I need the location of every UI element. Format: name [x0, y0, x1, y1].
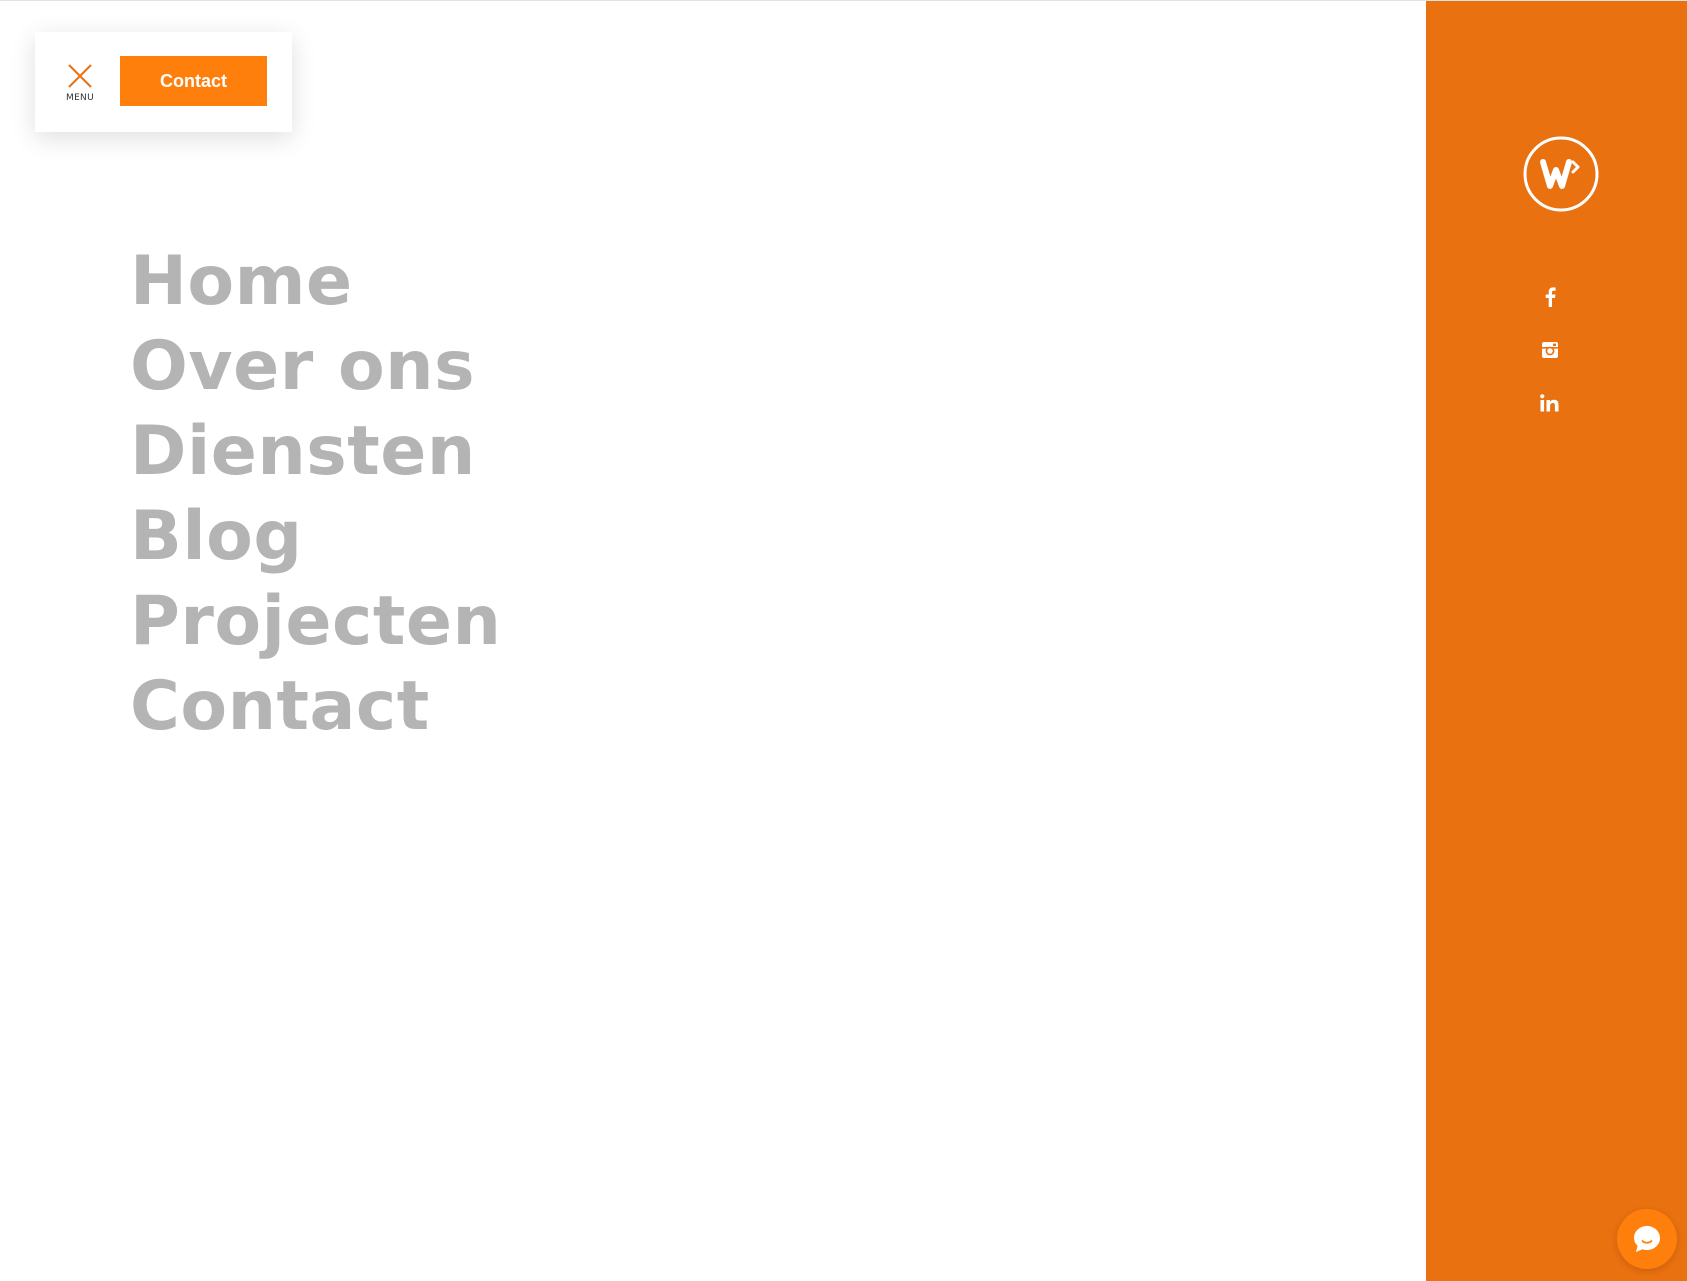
- instagram-icon: [1542, 342, 1558, 358]
- nav-link-projecten[interactable]: Projecten: [130, 579, 501, 664]
- brand-w-logo-icon[interactable]: [1523, 136, 1599, 212]
- nav-link-contact[interactable]: Contact: [130, 664, 501, 749]
- chat-button[interactable]: [1617, 1209, 1677, 1269]
- nav-item-home: Home: [130, 239, 501, 324]
- nav-item-over-ons: Over ons: [130, 324, 501, 409]
- nav-item-projecten: Projecten: [130, 579, 501, 664]
- linkedin-icon: [1540, 394, 1559, 412]
- menu-label: MENU: [66, 93, 94, 103]
- nav-link-blog[interactable]: Blog: [130, 494, 501, 579]
- page: MENU Contact Home Over ons Diensten Blog…: [0, 0, 1687, 1281]
- linkedin-link[interactable]: [1538, 391, 1562, 415]
- nav-item-diensten: Diensten: [130, 409, 501, 494]
- menu-card: MENU Contact: [35, 32, 292, 132]
- close-x-icon: [68, 64, 92, 88]
- instagram-link[interactable]: [1538, 338, 1562, 362]
- nav-item-contact: Contact: [130, 664, 501, 749]
- nav-link-home[interactable]: Home: [130, 239, 501, 324]
- menu-close-toggle[interactable]: MENU: [55, 62, 105, 112]
- nav-link-diensten[interactable]: Diensten: [130, 409, 501, 494]
- nav-link-over-ons[interactable]: Over ons: [130, 324, 501, 409]
- facebook-icon: [1545, 287, 1556, 307]
- side-panel: [1426, 1, 1687, 1281]
- main-nav: Home Over ons Diensten Blog Projecten Co…: [130, 239, 501, 749]
- facebook-link[interactable]: [1538, 285, 1562, 309]
- nav-item-blog: Blog: [130, 494, 501, 579]
- contact-button[interactable]: Contact: [120, 56, 267, 106]
- chat-bubble-icon: [1634, 1226, 1660, 1252]
